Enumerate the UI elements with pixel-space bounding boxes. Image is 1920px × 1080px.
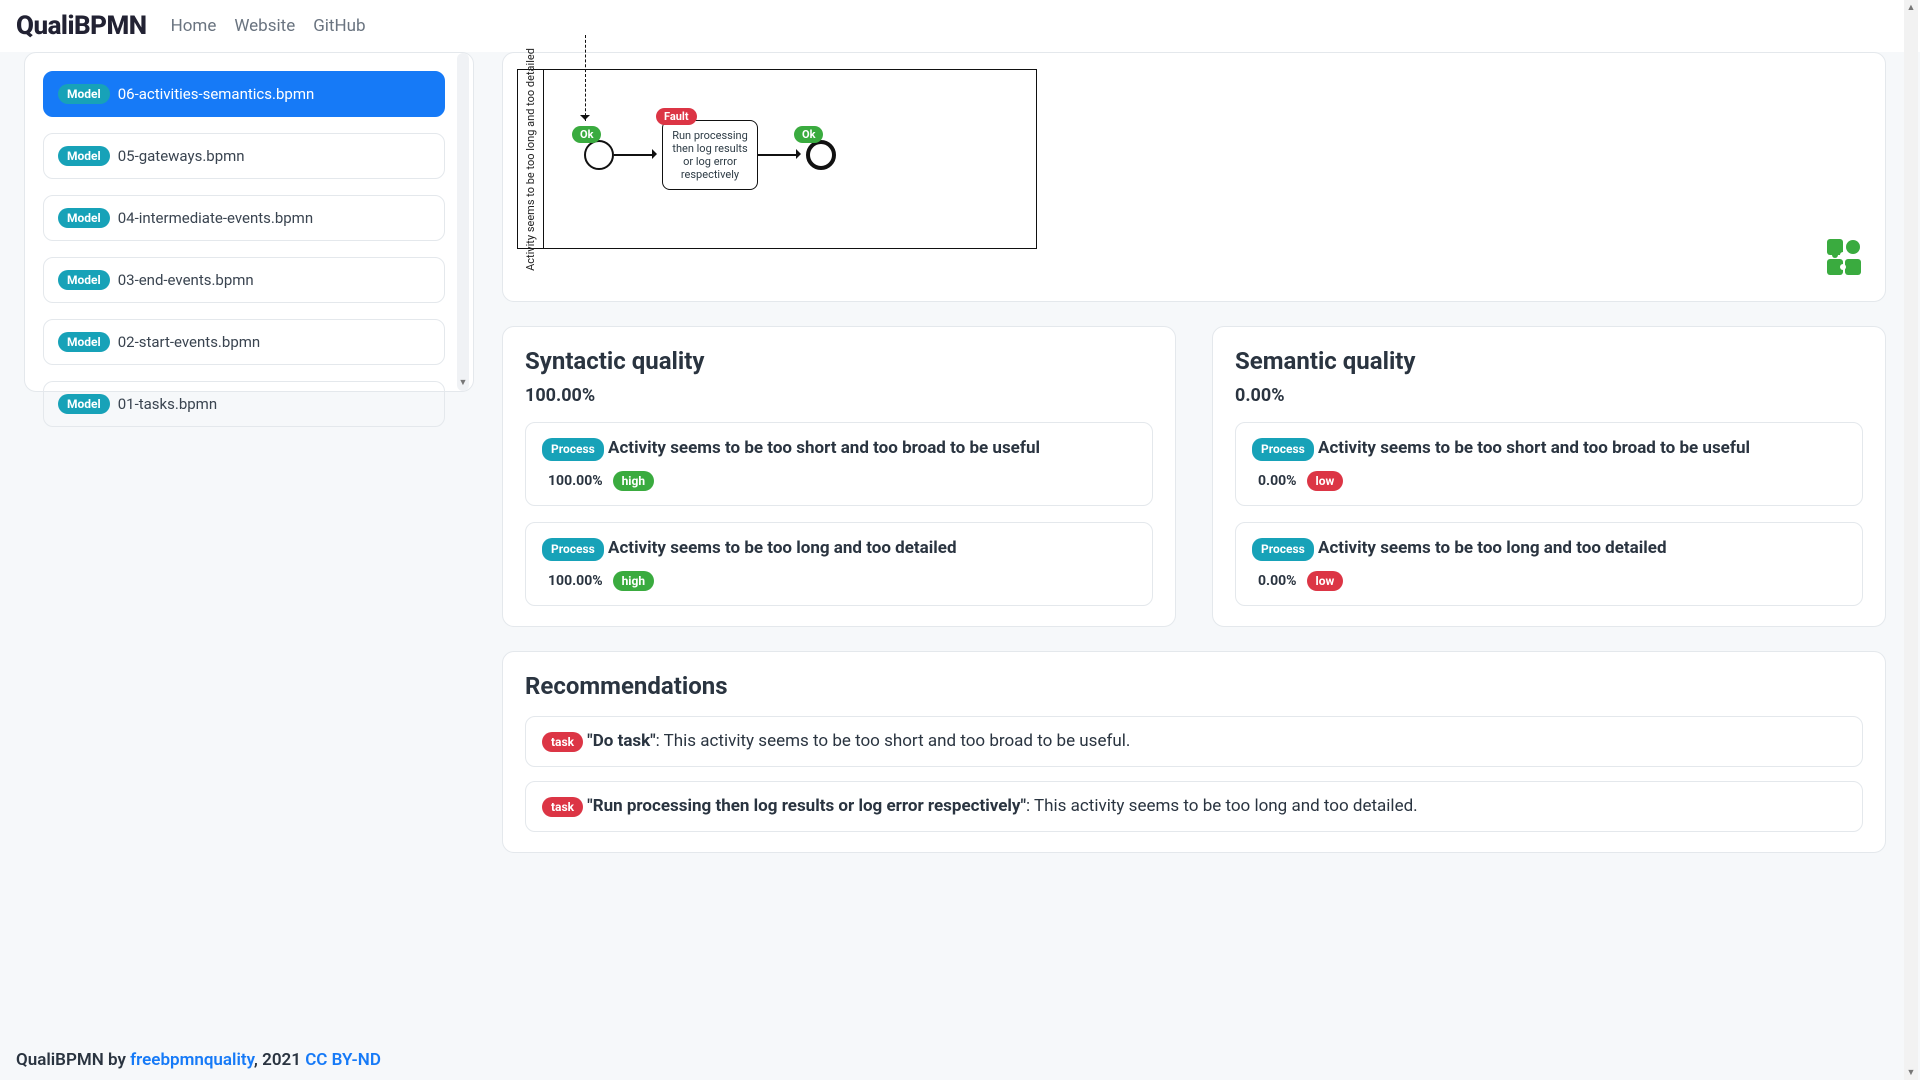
process-pct: 0.00% [1258, 573, 1297, 589]
model-item-06[interactable]: Model 06-activities-semantics.bpmn [43, 71, 445, 117]
start-ok-badge: Ok [572, 126, 601, 143]
level-badge: low [1307, 471, 1344, 491]
process-badge: Process [542, 538, 604, 561]
model-name: 04-intermediate-events.bpmn [118, 209, 313, 227]
model-name: 03-end-events.bpmn [118, 271, 254, 289]
model-badge: Model [58, 146, 110, 166]
rec-text: : This activity seems to be too long and… [1026, 796, 1418, 816]
scroll-down-icon[interactable]: ▼ [1906, 1067, 1916, 1078]
model-name: 05-gateways.bpmn [118, 147, 245, 165]
process-label: Activity seems to be too long and too de… [608, 538, 957, 558]
seq-flow-2 [758, 154, 798, 156]
model-item-03[interactable]: Model 03-end-events.bpmn [43, 257, 445, 303]
footer-mid: , 2021 [254, 1050, 305, 1070]
rec-target: "Do task" [587, 731, 655, 751]
nav-github[interactable]: GitHub [313, 16, 365, 36]
task-label: Run processing then log results or log e… [667, 129, 753, 181]
syntactic-item-1[interactable]: Process Activity seems to be too long an… [525, 522, 1153, 606]
scroll-up-icon[interactable]: ▲ [1906, 2, 1916, 13]
recommendations-panel: Recommendations task "Do task": This act… [502, 651, 1886, 853]
semantic-quality-panel: Semantic quality 0.00% Process Activity … [1212, 326, 1886, 627]
model-item-05[interactable]: Model 05-gateways.bpmn [43, 133, 445, 179]
model-item-04[interactable]: Model 04-intermediate-events.bpmn [43, 195, 445, 241]
diagram-panel: Activity seems to be too long and too de… [502, 52, 1886, 302]
footer-license-link[interactable]: CC BY-ND [305, 1050, 381, 1070]
page-scrollbar[interactable]: ▲ ▼ [1904, 0, 1918, 1080]
process-label: Activity seems to be too short and too b… [608, 438, 1040, 458]
seq-flow-1 [614, 154, 654, 156]
nav-website[interactable]: Website [234, 16, 295, 36]
models-scrollbar[interactable]: ▼ [457, 53, 469, 391]
seq-arrow-1-icon [652, 149, 662, 159]
level-badge: high [613, 571, 654, 591]
model-badge: Model [58, 394, 110, 414]
process-badge: Process [1252, 538, 1314, 561]
models-list-panel: Model 06-activities-semantics.bpmn Model… [24, 52, 474, 392]
footer-author-link[interactable]: freebpmnquality [130, 1050, 254, 1070]
level-badge: high [613, 471, 654, 491]
process-label: Activity seems to be too long and too de… [1318, 538, 1667, 558]
semantic-item-1[interactable]: Process Activity seems to be too long an… [1235, 522, 1863, 606]
end-ok-badge: Ok [794, 126, 823, 143]
bpmn-io-logo-icon [1823, 235, 1865, 281]
task-badge: task [542, 732, 583, 752]
model-badge: Model [58, 270, 110, 290]
recommendation-0[interactable]: task "Do task": This activity seems to b… [525, 716, 1863, 767]
task-fault-badge: Fault [656, 108, 697, 125]
process-label: Activity seems to be too short and too b… [1318, 438, 1750, 458]
seq-arrow-2-icon [796, 149, 806, 159]
model-name: 06-activities-semantics.bpmn [118, 85, 315, 103]
nav-links: Home Website GitHub [171, 16, 366, 36]
model-badge: Model [58, 332, 110, 352]
process-badge: Process [1252, 438, 1314, 461]
semantic-title: Semantic quality [1235, 347, 1863, 375]
model-item-02[interactable]: Model 02-start-events.bpmn [43, 319, 445, 365]
task-badge: task [542, 797, 583, 817]
bpmn-pool: Activity seems to be too long and too de… [517, 69, 1037, 249]
scroll-down-icon[interactable]: ▼ [457, 377, 469, 389]
footer-prefix: QualiBPMN by [16, 1050, 130, 1070]
model-badge: Model [58, 208, 110, 228]
model-item-01[interactable]: Model 01-tasks.bpmn [43, 381, 445, 427]
process-pct: 100.00% [548, 573, 603, 589]
task-run-processing[interactable]: Run processing then log results or log e… [662, 120, 758, 190]
recommendations-title: Recommendations [525, 672, 1863, 700]
syntactic-item-0[interactable]: Process Activity seems to be too short a… [525, 422, 1153, 506]
recommendation-1[interactable]: task "Run processing then log results or… [525, 781, 1863, 832]
semantic-item-0[interactable]: Process Activity seems to be too short a… [1235, 422, 1863, 506]
nav-home[interactable]: Home [171, 16, 217, 36]
rec-target: "Run processing then log results or log … [587, 796, 1026, 816]
syntactic-title: Syntactic quality [525, 347, 1153, 375]
syntactic-quality-panel: Syntactic quality 100.00% Process Activi… [502, 326, 1176, 627]
level-badge: low [1307, 571, 1344, 591]
start-event[interactable] [584, 140, 614, 170]
pool-title-text: Activity seems to be too long and too de… [524, 48, 537, 271]
top-nav: QualiBPMN Home Website GitHub [0, 0, 1920, 52]
lane-body: Ok Run processing then log results or lo… [544, 70, 1036, 248]
model-name: 02-start-events.bpmn [118, 333, 260, 351]
footer: QualiBPMN by freebpmnquality, 2021 CC BY… [16, 1050, 381, 1070]
process-badge: Process [542, 438, 604, 461]
end-event[interactable] [806, 140, 836, 170]
pool-title: Activity seems to be too long and too de… [518, 70, 544, 248]
rec-text: : This activity seems to be too short an… [656, 731, 1131, 751]
semantic-score: 0.00% [1235, 385, 1863, 406]
process-pct: 100.00% [548, 473, 603, 489]
process-pct: 0.00% [1258, 473, 1297, 489]
model-name: 01-tasks.bpmn [118, 395, 217, 413]
syntactic-score: 100.00% [525, 385, 1153, 406]
model-badge: Model [58, 84, 110, 104]
brand[interactable]: QualiBPMN [16, 11, 147, 41]
